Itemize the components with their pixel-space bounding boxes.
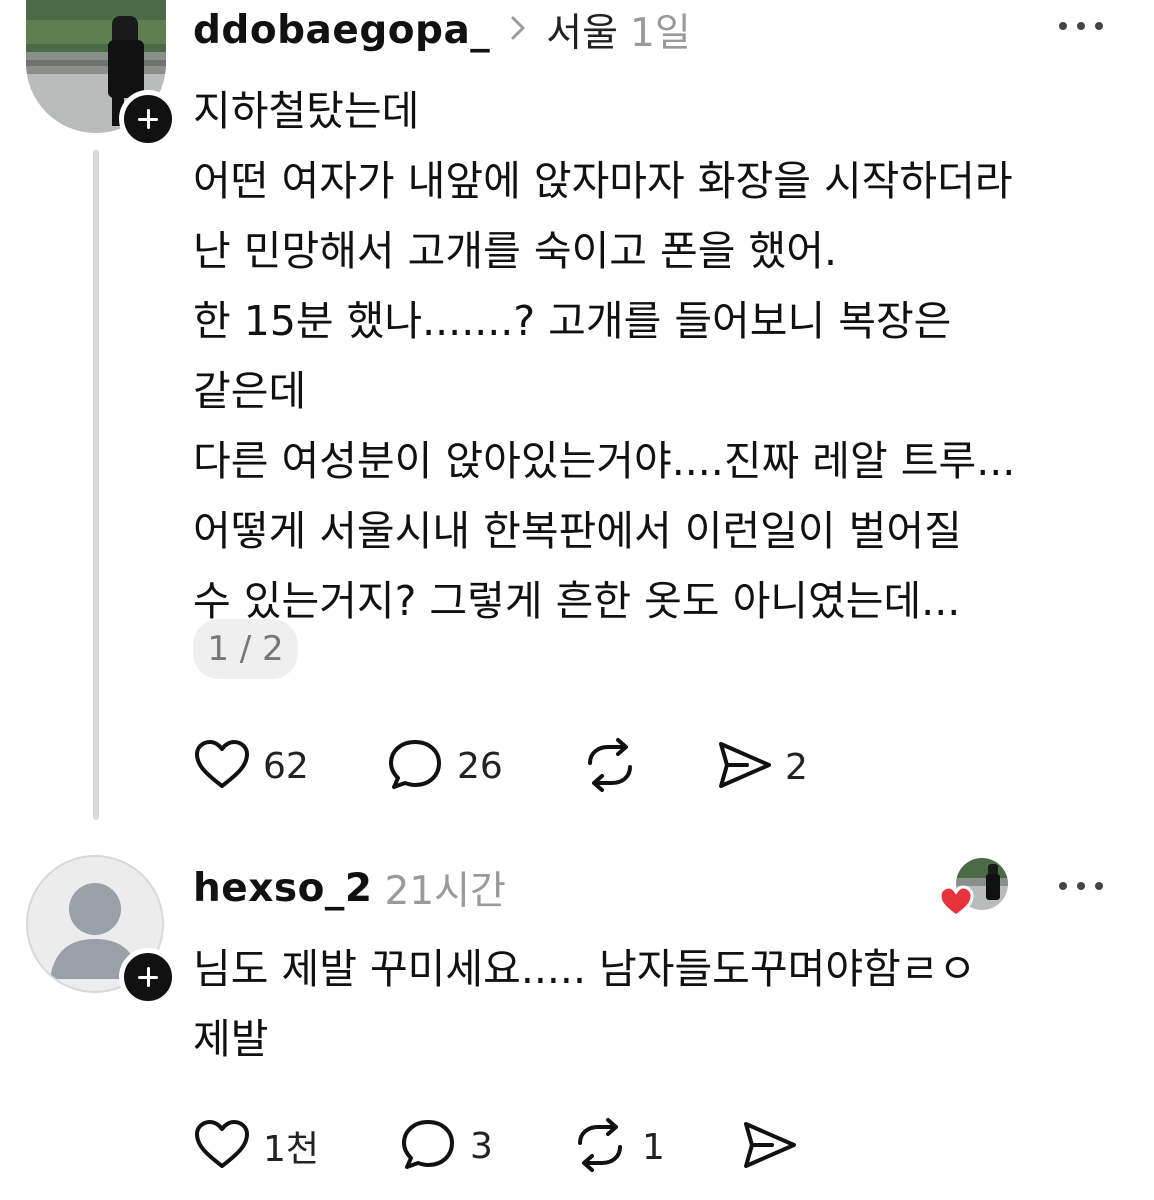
share-count: 2: [785, 746, 808, 788]
heart-icon: [193, 738, 251, 794]
repost-count: 1: [642, 1126, 665, 1168]
chevron-right-icon: [508, 14, 528, 46]
reply-time: 21시간: [384, 869, 506, 914]
send-icon: [715, 738, 775, 796]
post-line: 지하철탔는데: [193, 87, 420, 135]
like-count: 62: [263, 745, 309, 787]
like-button[interactable]: 1천: [193, 1118, 319, 1174]
repost-button[interactable]: 1: [570, 1116, 665, 1178]
comment-count: 3: [470, 1125, 493, 1167]
like-button[interactable]: 62: [193, 738, 309, 794]
follow-plus-button[interactable]: [119, 90, 177, 148]
post-line: 난 민망해서 고개를 숙이고 폰을 했어.: [193, 227, 837, 275]
comment-count: 26: [457, 745, 503, 787]
heart-badge-icon: [937, 884, 975, 920]
repost-icon: [580, 736, 640, 798]
comment-bubble-icon: [398, 1116, 458, 1176]
post-line: 다른 여성분이 앉아있는거야....진짜 레알 트루...: [193, 437, 1016, 485]
comment-bubble-icon: [385, 736, 445, 796]
repost-button[interactable]: [580, 736, 652, 798]
comment-button[interactable]: 3: [398, 1116, 493, 1176]
reply-body: 님도 제발 꾸미세요..... 남자들도꾸며야함ㄹㅇ 제발: [193, 934, 976, 1074]
page-indicator: 1 / 2: [193, 619, 298, 679]
comment-button[interactable]: 26: [385, 736, 503, 796]
username[interactable]: hexso_2: [193, 866, 373, 911]
reply-line: 제발: [193, 1015, 269, 1063]
post-time: 1일: [630, 11, 691, 56]
reply-line: 님도 제발 꾸미세요..... 남자들도꾸며야함ㄹㅇ: [193, 945, 977, 993]
share-button[interactable]: 2: [715, 738, 808, 796]
like-count: 1천: [263, 1129, 320, 1170]
follow-plus-button[interactable]: [119, 948, 177, 1006]
thread-line: [93, 150, 99, 820]
more-options-icon[interactable]: [1055, 16, 1115, 36]
post-body: 지하철탔는데 어떤 여자가 내앞에 앉자마자 화장을 시작하더라 난 민망해서 …: [193, 76, 1015, 636]
username[interactable]: ddobaegopa_: [193, 8, 490, 53]
share-button[interactable]: [740, 1118, 810, 1176]
more-options-icon[interactable]: [1055, 876, 1115, 896]
repost-icon: [570, 1116, 630, 1178]
post-line: 같은데: [193, 367, 307, 415]
heart-icon: [193, 1118, 251, 1174]
post-line: 한 15분 했나.......? 고개를 들어보니 복장은: [193, 297, 952, 345]
post-line: 어떻게 서울시내 한복판에서 이런일이 벌어질: [193, 507, 962, 555]
send-icon: [740, 1118, 800, 1176]
post-line: 어떤 여자가 내앞에 앉자마자 화장을 시작하더라: [193, 157, 1013, 205]
post-line: 수 있는거지? 그렇게 흔한 옷도 아니였는데...: [193, 577, 961, 625]
location-label[interactable]: 서울: [546, 2, 618, 58]
